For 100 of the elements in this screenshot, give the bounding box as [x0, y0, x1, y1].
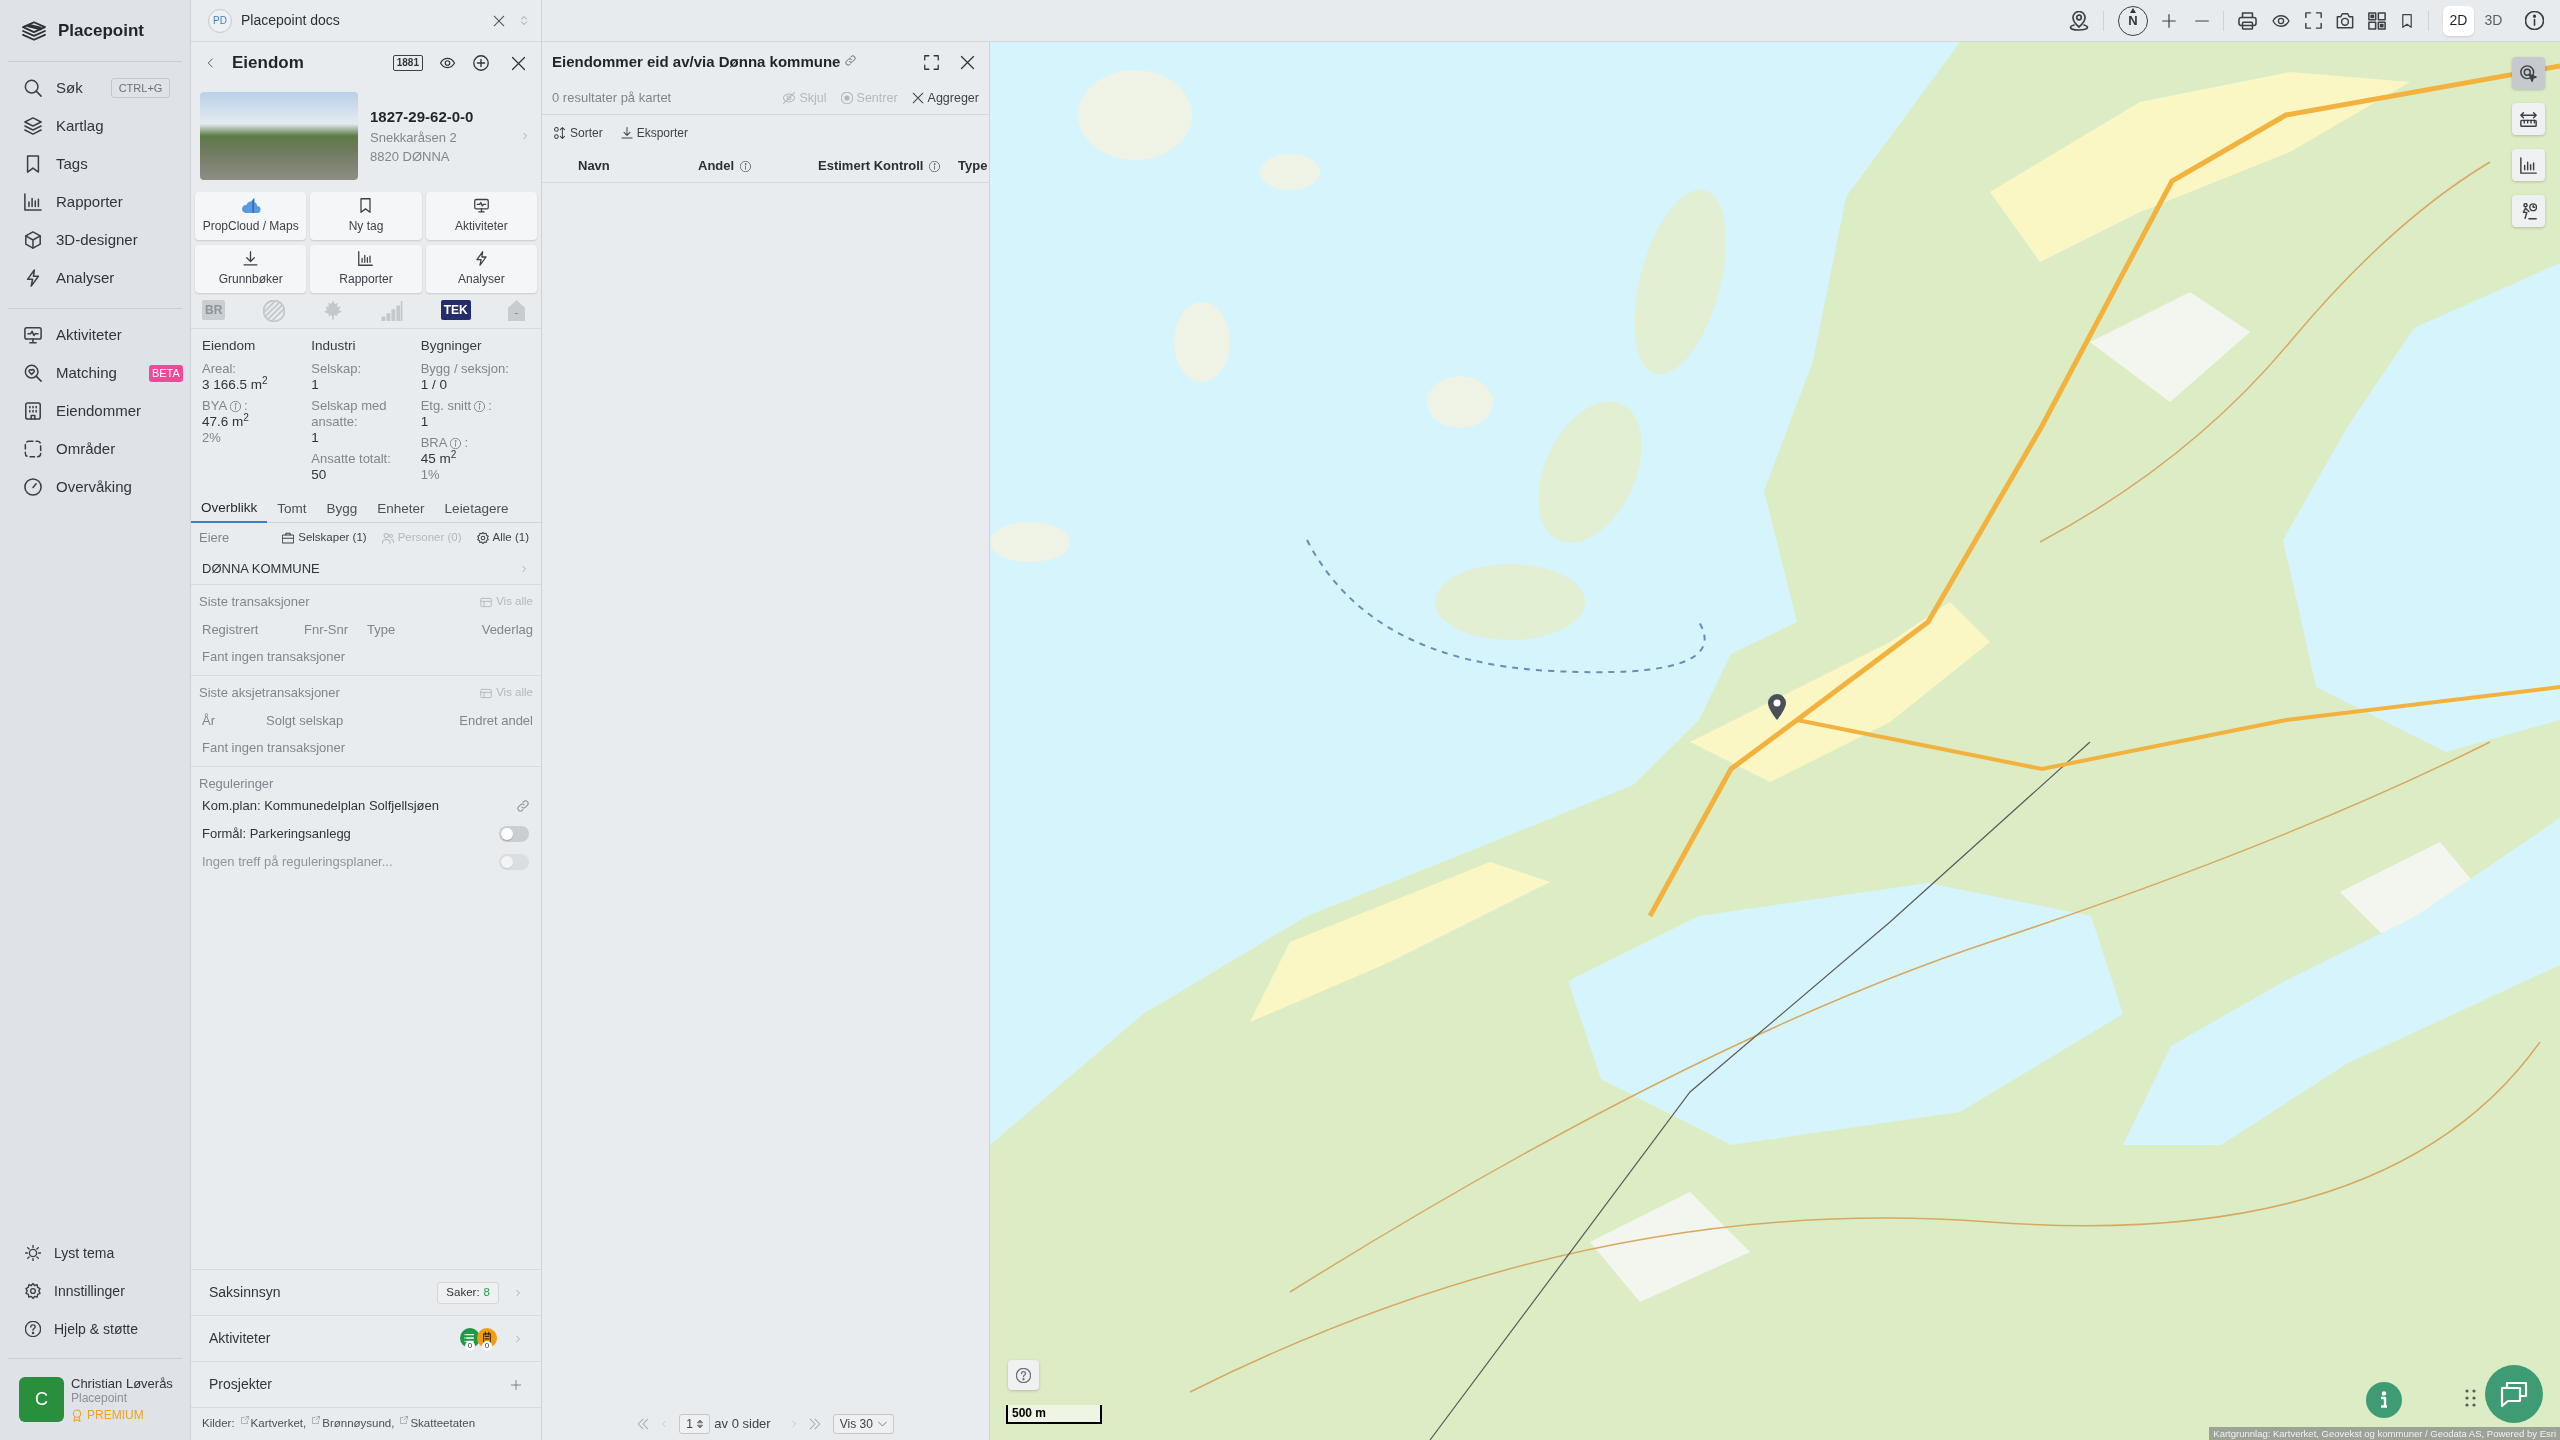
field-value: 1 — [420, 414, 430, 430]
first-page-icon[interactable] — [637, 1417, 650, 1430]
fullscreen-icon[interactable] — [2305, 12, 2322, 29]
tool-button[interactable]: Eksporter — [620, 123, 689, 142]
nav-item[interactable]: Eiendommer — [8, 392, 182, 430]
filter-button[interactable]: Alle (1) — [476, 529, 529, 547]
action-link[interactable]: Aggreger — [911, 88, 979, 108]
regulation-text: Formål: Parkeringsanlegg — [202, 825, 351, 844]
action-button[interactable]: Aktiviteter — [425, 192, 537, 240]
back-icon[interactable] — [206, 56, 215, 70]
accordion-row[interactable]: Prosjekter — [191, 1362, 541, 1408]
count-badge: 0 — [465, 1340, 475, 1351]
mode-tab[interactable]: 3D — [2478, 5, 2509, 36]
briefcase-icon — [282, 532, 295, 544]
info-icon[interactable] — [2525, 11, 2544, 30]
monitor-pulse-icon — [24, 326, 42, 344]
accordion-row[interactable]: Aktiviteter 0 0 — [191, 1316, 541, 1362]
toggle-switch[interactable] — [499, 826, 529, 842]
results-summary: 0 resultater på kartet — [552, 89, 672, 108]
map-tool-button[interactable] — [2512, 195, 2545, 227]
expand-icon[interactable] — [924, 54, 939, 70]
tab[interactable]: Overblikk — [191, 495, 268, 523]
field-label: Bygg / seksjon: — [420, 361, 509, 377]
nav-item[interactable]: Rapporter — [8, 183, 182, 221]
tab[interactable]: Leietagere — [434, 495, 519, 523]
empty-message: Fant ingen transaksjoner — [201, 739, 347, 756]
map-pin-icon[interactable] — [2069, 10, 2089, 31]
action-button[interactable]: PropCloud / Maps — [195, 192, 307, 240]
column-header[interactable]: Andel — [698, 156, 735, 176]
source-link[interactable]: Skatteetaten — [400, 1415, 476, 1433]
info-icon[interactable] — [740, 160, 752, 172]
nav-item[interactable]: Aktiviteter — [8, 316, 182, 354]
help-button[interactable] — [1008, 1360, 1039, 1390]
regulation-text: Kom.plan: Kommunedelplan Solfjellsjøen — [202, 797, 439, 816]
eye-icon[interactable] — [439, 56, 456, 70]
mode-tab[interactable]: 2D — [2443, 5, 2474, 36]
chat-icon[interactable] — [2485, 1365, 2543, 1423]
nav-item[interactable]: 3D-designer — [8, 221, 182, 259]
action-button[interactable]: Grunnbøker — [195, 245, 307, 293]
eye-icon[interactable] — [2271, 12, 2291, 29]
nav-item[interactable]: Overvåking — [8, 468, 182, 506]
nav-item[interactable]: Matching BETA — [8, 354, 182, 392]
action-button[interactable]: Analyser — [425, 245, 537, 293]
link-icon[interactable] — [845, 54, 857, 66]
zoom-in-icon[interactable] — [2162, 13, 2176, 28]
info-icon[interactable] — [929, 160, 941, 172]
north-arrow-icon — [2130, 7, 2136, 13]
nav-item[interactable]: Søk CTRL+G — [8, 69, 182, 107]
column-header[interactable]: Estimert Kontroll — [818, 156, 924, 176]
action-button[interactable]: Ny tag — [310, 192, 422, 240]
source-link[interactable]: Kartverket, — [240, 1415, 307, 1433]
table-icon — [480, 687, 493, 699]
field-value: 1 — [311, 377, 320, 393]
page-size-select[interactable]: Vis 30 — [832, 1413, 894, 1434]
action-button[interactable]: Rapporter — [310, 245, 422, 293]
user-name: Christian Løverås — [71, 1376, 173, 1391]
nav-item[interactable]: Områder — [8, 430, 182, 468]
grip-icon[interactable] — [2465, 1389, 2476, 1407]
bookmark-icon[interactable] — [2400, 11, 2414, 30]
postal-address: 8820 DØNNA — [370, 147, 451, 166]
column-header[interactable]: Type — [958, 156, 988, 176]
field-note: 1% — [420, 467, 441, 483]
tool-button[interactable]: Sorter — [554, 123, 603, 142]
tab[interactable]: Bygg — [316, 495, 368, 523]
source-badge[interactable]: TEK — [440, 300, 471, 320]
page-input[interactable]: 1 — [679, 1413, 711, 1434]
accordion-row[interactable]: Saksinnsyn Saker: 8 — [191, 1270, 541, 1316]
column-header[interactable]: Navn — [578, 156, 610, 176]
external-link-icon — [240, 1416, 249, 1425]
tab[interactable]: Enheter — [367, 495, 435, 523]
last-page-icon[interactable] — [808, 1417, 821, 1430]
close-icon[interactable] — [511, 55, 526, 71]
stacked-layers-icon — [22, 20, 46, 41]
link-icon[interactable] — [517, 800, 529, 812]
source-link[interactable]: Brønnøysund, — [312, 1415, 395, 1433]
gear-icon — [476, 532, 489, 544]
badge-button[interactable]: 1881 — [392, 55, 423, 71]
nav-item[interactable]: Tags — [8, 145, 182, 183]
owner-row[interactable]: DØNNA KOMMUNE — [191, 553, 541, 585]
location-pin-icon[interactable] — [1768, 694, 1786, 720]
camera-icon[interactable] — [2336, 12, 2354, 29]
close-icon[interactable] — [960, 54, 975, 70]
crosshair-icon[interactable] — [473, 55, 489, 71]
lightning-icon — [473, 250, 489, 266]
nav-item[interactable]: Analyser — [8, 259, 182, 297]
scale-bar: 500 m — [1006, 1405, 1102, 1424]
menu-item[interactable]: Innstillinger — [8, 1272, 182, 1310]
grid-icon[interactable] — [2368, 11, 2386, 30]
map-tool-button[interactable] — [2512, 57, 2545, 89]
map-tool-button[interactable] — [2512, 149, 2545, 181]
map-tool-button[interactable] — [2512, 103, 2545, 135]
user-avatar[interactable]: C — [19, 1377, 64, 1422]
printer-icon[interactable] — [2238, 11, 2257, 30]
filter-button[interactable]: Selskaper (1) — [282, 529, 367, 547]
menu-item[interactable]: Lyst tema — [8, 1234, 182, 1272]
menu-item[interactable]: Hjelp & støtte — [8, 1310, 182, 1348]
nav-item[interactable]: Kartlag — [8, 107, 182, 145]
tab[interactable]: Tomt — [267, 495, 317, 523]
field-value: 3 166.5 m$^{2}$ — [202, 377, 269, 393]
close-icon[interactable] — [493, 14, 505, 27]
